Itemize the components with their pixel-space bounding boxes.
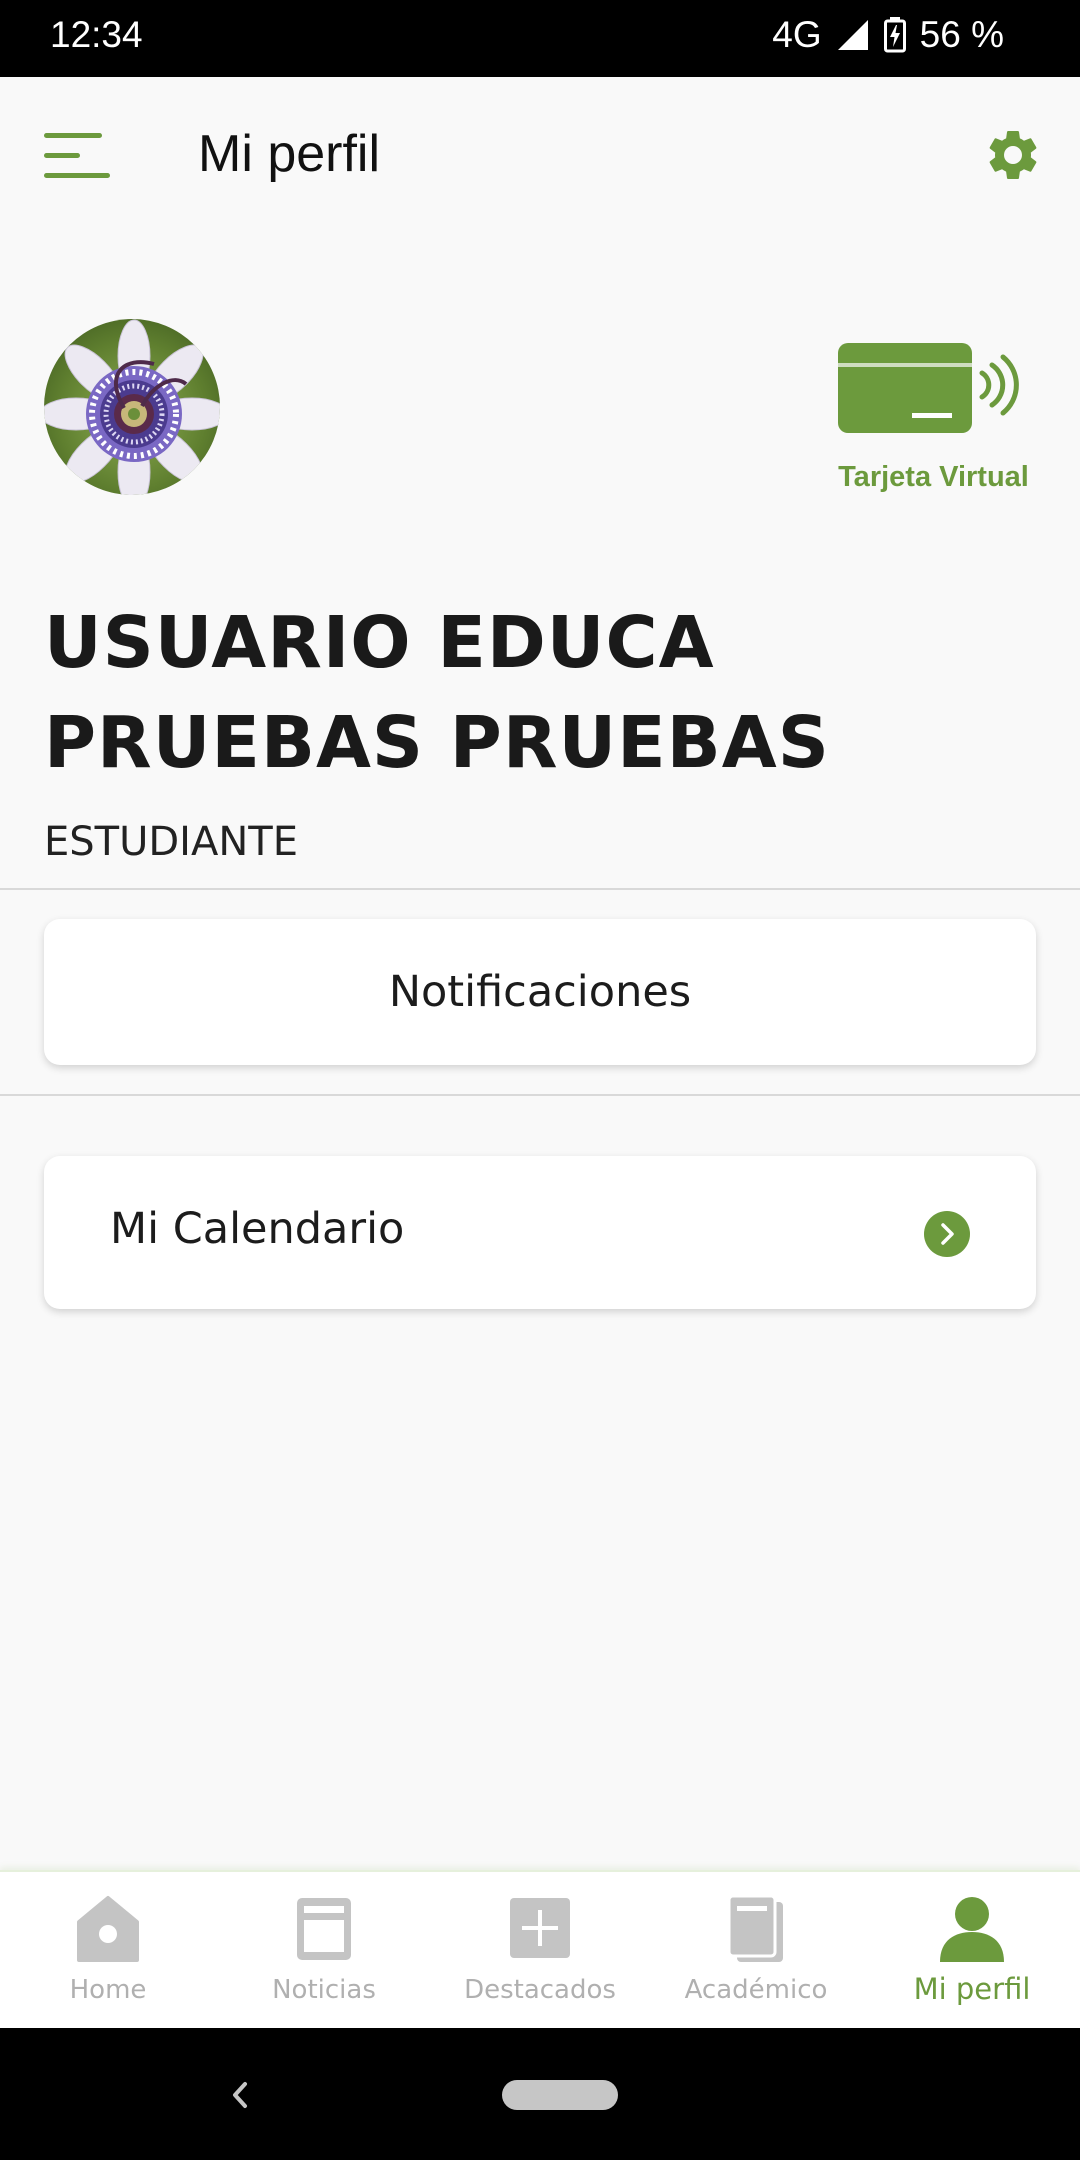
signal-icon xyxy=(836,18,870,52)
calendar-label: Mi Calendario xyxy=(110,1204,405,1254)
page-title: Mi perfil xyxy=(198,125,381,183)
nfc-card-icon xyxy=(838,343,1019,433)
gear-icon xyxy=(989,130,1037,179)
divider xyxy=(0,1094,1080,1096)
battery-charging-icon xyxy=(883,17,906,53)
nav-featured[interactable]: Destacados xyxy=(432,1872,648,2028)
profile-screen: Mi perfil Tarjeta Virtual USUARIO EDUCA … xyxy=(0,77,1080,2028)
nav-featured-label: Destacados xyxy=(464,1975,616,2005)
home-icon xyxy=(77,1896,139,1962)
settings-button[interactable] xyxy=(983,125,1043,185)
avatar[interactable] xyxy=(44,319,220,495)
book-icon xyxy=(727,1894,783,1962)
divider xyxy=(0,888,1080,890)
calendar-button[interactable]: Mi Calendario xyxy=(44,1156,1036,1309)
nav-home[interactable]: Home xyxy=(0,1872,216,2028)
virtual-card-label: Tarjeta Virtual xyxy=(838,461,1029,493)
virtual-card-button[interactable]: Tarjeta Virtual xyxy=(826,339,1041,499)
menu-button[interactable] xyxy=(44,131,110,181)
bottom-navigation: Home Noticias Destacados Académico Mi pe… xyxy=(0,1870,1080,2028)
notifications-button[interactable]: Notificaciones xyxy=(44,919,1036,1065)
plus-box-icon xyxy=(510,1898,570,1958)
news-icon xyxy=(297,1898,351,1960)
nav-academic-label: Académico xyxy=(684,1975,828,2005)
person-icon xyxy=(940,1897,1004,1962)
chevron-right-icon xyxy=(924,1211,970,1257)
status-time: 12:34 xyxy=(50,14,143,55)
hamburger-menu-icon xyxy=(44,133,110,178)
nav-profile-label: Mi perfil xyxy=(913,1972,1031,2006)
back-icon[interactable] xyxy=(225,2078,255,2112)
nav-news[interactable]: Noticias xyxy=(216,1872,432,2028)
user-role: ESTUDIANTE xyxy=(44,819,298,865)
network-type: 4G xyxy=(772,14,822,55)
nav-news-label: Noticias xyxy=(272,1975,376,2005)
nav-home-label: Home xyxy=(69,1975,147,2005)
nav-academic[interactable]: Académico xyxy=(648,1872,864,2028)
user-name: USUARIO EDUCA PRUEBAS PRUEBAS xyxy=(44,601,830,784)
status-bar: 12:34 4G 56 % xyxy=(0,0,1080,77)
system-navigation-bar xyxy=(0,2028,1080,2160)
battery-percent: 56 % xyxy=(919,14,1004,55)
app-bar: Mi perfil xyxy=(0,77,1080,237)
notifications-label: Notificaciones xyxy=(388,967,692,1017)
status-indicators: 4G 56 % xyxy=(772,14,1004,56)
nav-profile[interactable]: Mi perfil xyxy=(864,1872,1080,2028)
avatar-image xyxy=(44,319,220,495)
home-gesture-pill[interactable] xyxy=(502,2080,618,2110)
